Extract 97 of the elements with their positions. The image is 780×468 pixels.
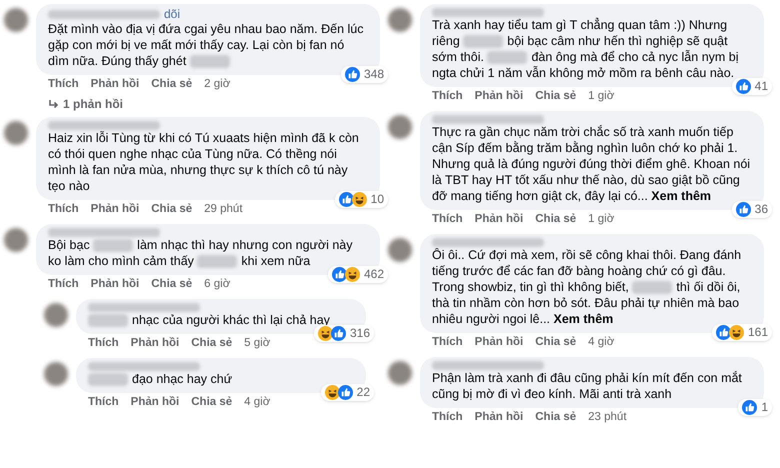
comment-text: Haiz xin lỗi Tùng từ khi có Tú xuaats hiện mình đã k còn có thói quen nghe nhạc của Tùng nữa. Có thềng nói mình là fan nửa mùa, nhưng thực sự k thích cô tú này tẹo nào: [48, 130, 360, 194]
like-icon: [338, 385, 353, 400]
avatar-placeholder: [4, 121, 28, 145]
comment-action-link[interactable]: Thích: [432, 88, 463, 106]
avatar-placeholder: [388, 238, 412, 262]
comment-action-link[interactable]: Phản hồi: [474, 211, 524, 229]
comment-action-link[interactable]: Thích: [48, 276, 79, 294]
comment-action-link[interactable]: Phản hồi: [474, 88, 524, 106]
comment-time: 5 giờ: [244, 336, 270, 352]
blurred-text: [487, 51, 528, 64]
comment-action-link[interactable]: Thích: [432, 409, 463, 427]
comment-action-link[interactable]: Chia sẻ: [535, 211, 576, 229]
laughing-face-icon: [324, 385, 340, 400]
reaction-count[interactable]: 36: [732, 201, 772, 218]
comment-action-link[interactable]: Phản hồi: [130, 335, 180, 353]
reaction-count[interactable]: 22: [320, 384, 374, 401]
reaction-count[interactable]: 1: [738, 399, 772, 416]
reaction-count[interactable]: 348: [340, 66, 388, 83]
comment-time: 29 phút: [204, 202, 243, 218]
blurred-text: [463, 35, 504, 48]
comment-action-link[interactable]: Phản hồi: [90, 201, 140, 219]
comment-action-link[interactable]: Phản hồi: [130, 394, 180, 412]
comment-time: 1 giờ: [588, 89, 614, 104]
reaction-number: 22: [356, 385, 370, 400]
comment-action-link[interactable]: Phản hồi: [474, 409, 524, 427]
comment-time: 2 giờ: [204, 77, 230, 92]
like-icon: [332, 267, 347, 282]
reaction-number: 462: [364, 267, 384, 282]
laughing-face-icon: [728, 325, 744, 340]
blurred-text: [632, 281, 672, 294]
comment-action-link[interactable]: Chia sẻ: [151, 201, 192, 219]
comment-text: đạo nhạc hay chứ: [88, 371, 354, 387]
reaction-number: 10: [370, 192, 384, 207]
comment-action-link[interactable]: Chia sẻ: [191, 335, 232, 353]
follow-link[interactable]: dõi: [164, 8, 180, 21]
comment-action-link[interactable]: Phản hồi: [474, 334, 524, 352]
comment-text: nhạc của người khác thì lại chả hay: [88, 312, 354, 328]
comment-action-link[interactable]: Thích: [48, 76, 79, 94]
comment-action-link[interactable]: Chia sẻ: [535, 88, 576, 106]
reaction-number: 36: [754, 202, 768, 217]
like-icon: [716, 325, 731, 340]
avatar-placeholder: [388, 361, 412, 385]
comment-action-link[interactable]: Thích: [48, 201, 79, 219]
comment-text: Phận làm trà xanh đi đâu cũng phải kín mít đến con mắt cũng bị mờ đi vì đeo kính. Mãi anti trà xanh: [432, 370, 743, 402]
like-icon: [338, 192, 354, 207]
comment-action-link[interactable]: Chia sẻ: [191, 394, 232, 412]
reaction-count[interactable]: 41: [732, 78, 772, 95]
comment-time: 4 giờ: [244, 395, 270, 410]
comment-time: 1 giờ: [588, 212, 614, 228]
reaction-count[interactable]: 10: [334, 191, 388, 208]
like-icon: [736, 202, 751, 217]
comment-action-link[interactable]: Chia sẻ: [151, 76, 192, 94]
avatar-placeholder: [4, 8, 28, 32]
reaction-number: 41: [754, 79, 768, 94]
comment-action-link[interactable]: Thích: [432, 334, 463, 352]
comment-text: Trà xanh hay tiểu tam gì T chẳng quan tâm :)) Nhưng riêng bội bạc câm như hến thì nghiệp sẽ quật sớm thôi. đàn ông mà để cho cả nyc lẫn nym bị ngta chửi 1 năm vẫn không mở mồm ra bênh câu nào.: [432, 17, 740, 81]
blurred-text: [197, 255, 238, 268]
reaction-number: 161: [748, 325, 768, 340]
comment-action-link[interactable]: Thích: [88, 394, 119, 412]
avatar-placeholder: [388, 8, 412, 32]
comment-action-link[interactable]: Thích: [432, 211, 463, 229]
avatar-placeholder: [388, 115, 412, 139]
comment-text: Bội bạc làm nhạc thì hay nhưng con người này ko làm cho mình cảm thấy khi xem nữa: [48, 237, 354, 269]
comment-action-link[interactable]: Chia sẻ: [535, 409, 576, 427]
blurred-text: [190, 55, 230, 68]
reaction-count[interactable]: 316: [314, 325, 374, 342]
blurred-text: [88, 373, 128, 386]
like-icon: [742, 400, 758, 415]
reaction-number: 316: [350, 326, 370, 341]
comment-action-link[interactable]: Chia sẻ: [535, 334, 576, 352]
reply-arrow-icon: [48, 99, 59, 109]
blurred-text: [88, 314, 128, 328]
reaction-number: 1: [761, 400, 768, 415]
blurred-text: [93, 239, 134, 252]
avatar-placeholder: [44, 303, 68, 327]
comment-time: 4 giờ: [588, 335, 614, 350]
comment-text: Thực ra gần chục năm trời chắc số trà xanh muốn tiếp cận Síp đếm bằng trăm bằng nghìn luôn chớ ko phải 1. Nhưng quả là đúng người đúng thời điểm ghê. Khoan nói là TBT hay HT tốt xấu như thế nào, dù sao giật bồ cũng đỡ mang tiếng hơn giật ck, đây lại có... Xem thêm: [432, 124, 752, 204]
reaction-number: 348: [364, 67, 384, 82]
comment-action-link[interactable]: Thích: [88, 335, 119, 353]
laughing-face-icon: [352, 192, 367, 207]
avatar-placeholder: [44, 362, 68, 386]
avatar-placeholder: [4, 228, 28, 252]
comment-time: 6 giờ: [204, 277, 230, 292]
comment-time: 23 phút: [588, 410, 627, 426]
like-icon: [330, 326, 346, 341]
comment-text: Đặt mình vào địa vị đứa cgai yêu nhau bao năm. Đến lúc gặp con mới bị ve mất mới thấy cay. Lại còn bị fan nó dìm nữa. Đúng thấy ghét: [48, 21, 364, 69]
reaction-count[interactable]: 462: [328, 266, 388, 283]
like-icon: [344, 67, 360, 82]
like-icon: [736, 79, 751, 94]
comment-action-link[interactable]: Phản hồi: [90, 276, 140, 294]
comment-text: Ôi ôi.. Cứ đợi mà xem, rồi sẽ công khai thôi. Đang đánh tiếng trước để các fan đỡ bàng hoàng chứ có gì đâu. Trong showbiz, tin gì thì không biết, thì ối dồi ôi, thà tin nhầm còn hơn bỏ sót. Đâu phải tự nhiên mà bao nhiêu người ngoi lê... Xem thêm: [432, 247, 742, 327]
comment-action-link[interactable]: Chia sẻ: [151, 276, 192, 294]
laughing-face-icon: [318, 326, 333, 341]
laughing-face-icon: [344, 267, 360, 282]
comment-action-link[interactable]: Phản hồi: [90, 76, 140, 94]
replies-link[interactable]: 1 phản hồi: [36, 95, 380, 113]
reaction-count[interactable]: 161: [712, 324, 772, 341]
